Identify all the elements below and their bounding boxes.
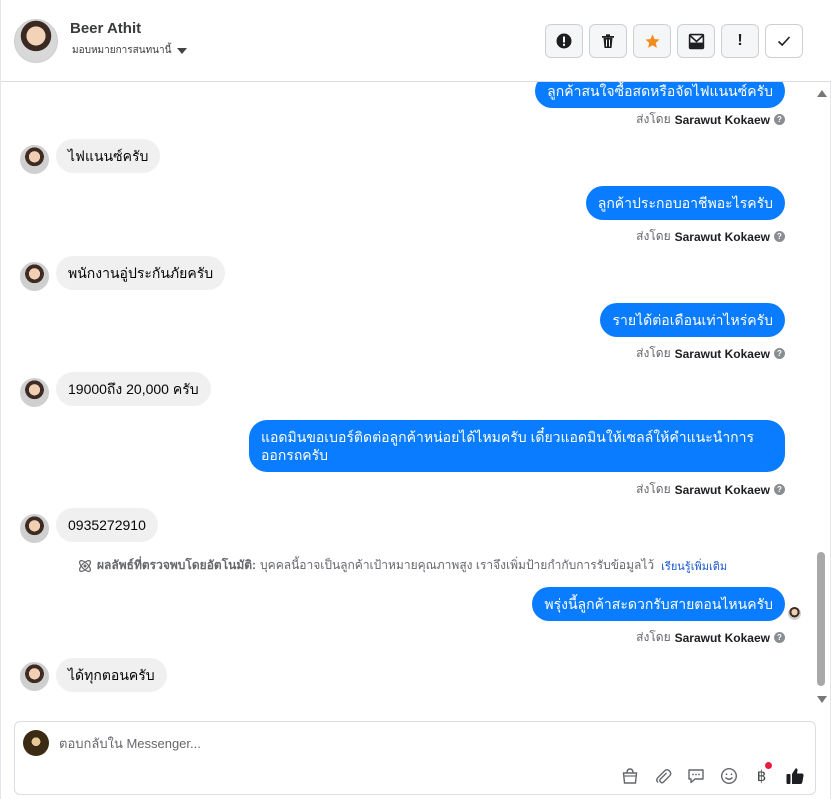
seen-avatar — [788, 607, 801, 620]
sent-by-name: Sarawut Kokaew — [674, 630, 770, 645]
contact-name[interactable]: Beer Athit — [70, 20, 141, 37]
sent-by-prefix: ส่งโดย — [636, 630, 671, 644]
sent-by-name: Sarawut Kokaew — [674, 229, 770, 244]
important-icon: ! — [737, 32, 743, 49]
help-icon[interactable]: ? — [774, 632, 785, 643]
contact-avatar — [20, 145, 49, 174]
contact-avatar — [20, 262, 49, 291]
composer-toolbar: ฿ — [619, 762, 805, 786]
conversation-panel: Beer Athit มอบหมายการสนทนานี้ ! ลูกค้าสน… — [0, 0, 831, 799]
contact-avatar — [20, 662, 49, 691]
help-icon[interactable]: ? — [774, 484, 785, 495]
shop-icon — [622, 767, 637, 784]
sent-by-name: Sarawut Kokaew — [674, 112, 770, 127]
outgoing-message[interactable]: แอดมินขอเบอร์ติดต่อลูกค้าหน่อยได้ไหมครับ… — [249, 420, 785, 472]
emoji-icon — [720, 767, 737, 784]
scroll-thumb[interactable] — [817, 552, 825, 686]
conversation-header: Beer Athit มอบหมายการสนทนานี้ ! — [1, 0, 831, 82]
shop-button[interactable] — [619, 765, 640, 786]
sent-by-prefix: ส่งโดย — [636, 482, 671, 496]
page-avatar — [23, 730, 49, 756]
scroll-up-arrow-icon[interactable] — [817, 90, 827, 97]
check-icon — [777, 36, 791, 47]
star-icon — [644, 33, 660, 48]
mark-important-button[interactable]: ! — [721, 24, 759, 58]
trash-icon — [602, 34, 614, 48]
incoming-message[interactable]: ได้ทุกตอนครับ — [56, 658, 167, 692]
star-button[interactable] — [633, 24, 671, 58]
outgoing-message[interactable]: ลูกค้าสนใจซื้อสดหรือจัดไฟแนนซ์ครับ — [535, 82, 785, 108]
emoji-button[interactable] — [718, 765, 739, 786]
help-icon[interactable]: ? — [774, 348, 785, 359]
message-thread[interactable]: ลูกค้าสนใจซื้อสดหรือจัดไฟแนนซ์ครับ ส่งโด… — [1, 82, 813, 712]
attach-icon — [655, 768, 671, 783]
payment-icon: ฿ — [756, 767, 767, 785]
outgoing-message[interactable]: พรุ่งนี้ลูกค้าสะดวกรับสายตอนไหนครับ — [532, 587, 785, 621]
help-icon[interactable]: ? — [774, 114, 785, 125]
header-toolbar: ! — [545, 24, 803, 58]
saved-reply-button[interactable] — [685, 765, 706, 786]
auto-detected-title: ผลลัพธ์ที่ตรวจพบโดยอัตโนมัติ: — [97, 558, 257, 572]
delete-button[interactable] — [589, 24, 627, 58]
mark-done-button[interactable] — [765, 24, 803, 58]
atom-icon — [79, 559, 91, 572]
incoming-message[interactable]: 19000ถึง 20,000 ครับ — [56, 372, 211, 406]
caret-down-icon — [177, 47, 188, 54]
auto-detected-notice: ผลลัพธ์ที่ตรวจพบโดยอัตโนมัติ: บุคคลนี้อา… — [77, 556, 727, 575]
contact-avatar[interactable] — [14, 19, 58, 63]
reply-input[interactable] — [59, 736, 559, 751]
contact-avatar — [20, 514, 49, 543]
scroll-down-arrow-icon[interactable] — [817, 696, 827, 703]
incoming-message[interactable]: 0935272910 — [56, 508, 158, 542]
sent-by-prefix: ส่งโดย — [636, 112, 671, 126]
reply-composer: ฿ — [14, 721, 816, 795]
report-spam-button[interactable] — [545, 24, 583, 58]
sent-by-label: ส่งโดย Sarawut Kokaew ? — [636, 480, 785, 499]
like-button[interactable] — [784, 765, 805, 786]
auto-detected-body: บุคคลนี้อาจเป็นลูกค้าเป้าหมายคุณภาพสูง เ… — [260, 558, 655, 572]
sent-by-prefix: ส่งโดย — [636, 229, 671, 243]
sent-by-name: Sarawut Kokaew — [674, 346, 770, 361]
incoming-message[interactable]: ไฟแนนซ์ครับ — [56, 139, 161, 173]
notification-dot — [765, 762, 772, 769]
sent-by-label: ส่งโดย Sarawut Kokaew ? — [636, 628, 785, 647]
sent-by-prefix: ส่งโดย — [636, 346, 671, 360]
learn-more-link[interactable]: เรียนรู้เพิ่มเติม — [661, 557, 727, 575]
incoming-message[interactable]: พนักงานอู่ประกันภัยครับ — [56, 256, 226, 290]
sent-by-label: ส่งโดย Sarawut Kokaew ? — [636, 344, 785, 363]
mark-unread-button[interactable] — [677, 24, 715, 58]
report-icon — [556, 33, 572, 49]
assign-label: มอบหมายการสนทนานี้ — [72, 45, 172, 56]
contact-avatar — [20, 378, 49, 407]
attach-button[interactable] — [652, 765, 673, 786]
sent-by-label: ส่งโดย Sarawut Kokaew ? — [636, 110, 785, 129]
sent-by-name: Sarawut Kokaew — [674, 482, 770, 497]
payment-button[interactable]: ฿ — [751, 762, 772, 786]
outgoing-message[interactable]: รายได้ต่อเดือนเท่าไหร่ครับ — [600, 303, 785, 337]
outgoing-message[interactable]: ลูกค้าประกอบอาชีพอะไรครับ — [585, 186, 785, 220]
help-icon[interactable]: ? — [774, 231, 785, 242]
sent-by-label: ส่งโดย Sarawut Kokaew ? — [636, 227, 785, 246]
saved-reply-icon — [687, 768, 704, 783]
like-icon — [786, 767, 804, 784]
assign-conversation-dropdown[interactable]: มอบหมายการสนทนานี้ — [72, 43, 188, 58]
thread-scrollbar[interactable] — [813, 82, 830, 712]
mark-unread-icon — [688, 33, 704, 49]
